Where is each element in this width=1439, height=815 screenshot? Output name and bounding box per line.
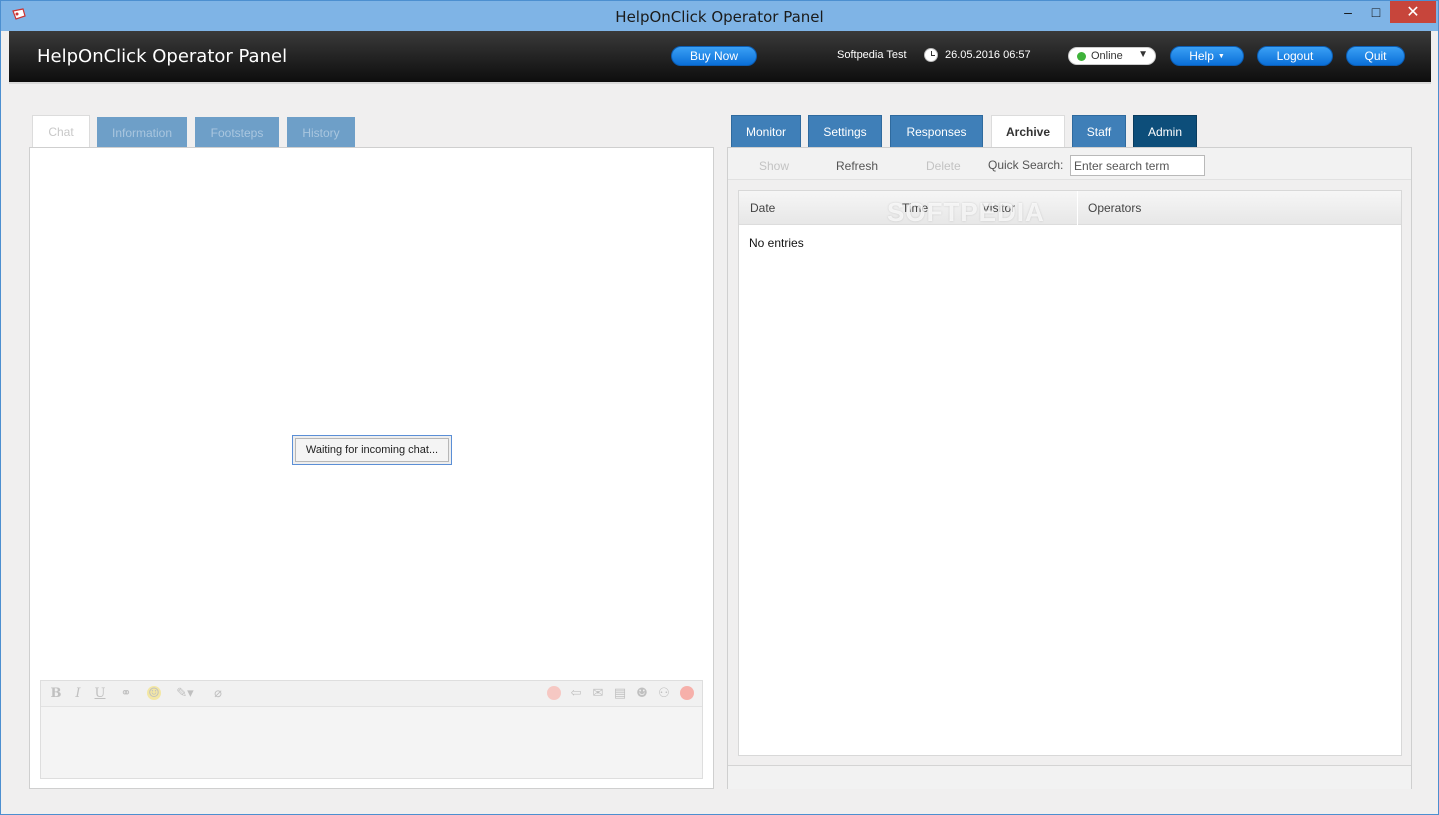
tab-staff[interactable]: Staff [1072,115,1126,148]
email-icon[interactable]: ✉ [591,686,605,701]
underline-icon[interactable]: U [93,686,107,701]
tab-chat[interactable]: Chat [32,115,90,148]
waiting-status: Waiting for incoming chat... [292,435,452,465]
window-title: HelpOnClick Operator Panel [615,8,824,26]
title-bar: HelpOnClick Operator Panel ‒ □ ✕ [1,1,1438,31]
app-header: HelpOnClick Operator Panel Buy Now Softp… [9,31,1431,84]
message-input[interactable] [41,707,702,778]
tab-archive[interactable]: Archive [991,115,1065,148]
smiley-icon[interactable]: ☺ [147,686,161,701]
block-icon[interactable] [547,686,561,700]
tab-footsteps[interactable]: Footsteps [195,117,279,148]
empty-message: No entries [749,236,804,250]
column-date[interactable]: Date [750,201,775,215]
current-datetime: 26.05.2016 06:57 [945,49,1031,61]
bold-icon[interactable]: B [49,686,63,701]
minimize-button[interactable]: ‒ [1334,1,1362,23]
attachment-icon[interactable]: ⌀ [211,686,225,701]
print-icon[interactable]: ▤ [613,686,627,701]
transfer-icon[interactable]: ⇦ [569,686,583,701]
tab-monitor[interactable]: Monitor [731,115,801,148]
tab-history[interactable]: History [287,117,355,148]
tab-responses[interactable]: Responses [890,115,983,148]
tab-information[interactable]: Information [97,117,187,148]
archive-toolbar: Show Refresh Delete Quick Search: [728,148,1411,180]
status-dropdown[interactable]: Online ▼ [1068,47,1156,65]
column-visitor[interactable]: Visitor [982,201,1015,215]
buy-now-button[interactable]: Buy Now [671,46,757,66]
archive-footer [728,765,1411,789]
brush-icon[interactable]: ✎▾ [173,686,197,701]
clock-icon [924,48,938,62]
chevron-down-icon: ▼ [1217,52,1225,60]
italic-icon[interactable]: I [71,686,85,701]
tab-admin[interactable]: Admin [1133,115,1197,148]
quick-search-label: Quick Search: [988,158,1064,172]
user-info-icon[interactable]: ☻ [635,686,649,701]
maximize-button[interactable]: □ [1362,1,1390,23]
operator-name: Softpedia Test [837,49,907,61]
refresh-button[interactable]: Refresh [836,159,878,173]
column-divider [1077,191,1078,225]
table-header: Date Time Visitor Operators SOFTPEDIA [739,191,1401,227]
quit-button[interactable]: Quit [1346,46,1405,66]
chevron-down-icon: ▼ [1138,49,1148,60]
message-editor: B I U ⚭ ☺ ✎▾ ⌀ ⇦ ✉ ▤ ☻ ⚇ [40,680,703,779]
help-button[interactable]: Help ▼ [1170,46,1244,66]
show-button[interactable]: Show [759,159,789,173]
waiting-message: Waiting for incoming chat... [295,438,449,462]
archive-panel: Show Refresh Delete Quick Search: Date T… [727,147,1412,789]
logout-button[interactable]: Logout [1257,46,1333,66]
close-button[interactable]: ✕ [1390,1,1436,23]
invite-icon[interactable]: ⚇ [657,686,671,701]
tab-settings[interactable]: Settings [808,115,882,148]
status-label: Online [1091,50,1123,62]
archive-table: Date Time Visitor Operators SOFTPEDIA No… [738,190,1402,756]
link-icon[interactable]: ⚭ [119,686,133,701]
column-time[interactable]: Time [902,201,928,215]
app-title: HelpOnClick Operator Panel [37,46,288,67]
help-label: Help [1189,49,1214,63]
editor-toolbar: B I U ⚭ ☺ ✎▾ ⌀ ⇦ ✉ ▤ ☻ ⚇ [41,681,702,707]
delete-button[interactable]: Delete [926,159,961,173]
quick-search-input[interactable] [1070,155,1205,176]
app-window: HelpOnClick Operator Panel ‒ □ ✕ HelpOnC… [0,0,1439,815]
column-operators[interactable]: Operators [1088,201,1141,215]
end-chat-icon[interactable] [680,686,694,700]
status-online-icon [1077,52,1086,61]
chat-panel: Waiting for incoming chat... B I U ⚭ ☺ ✎… [29,147,714,789]
